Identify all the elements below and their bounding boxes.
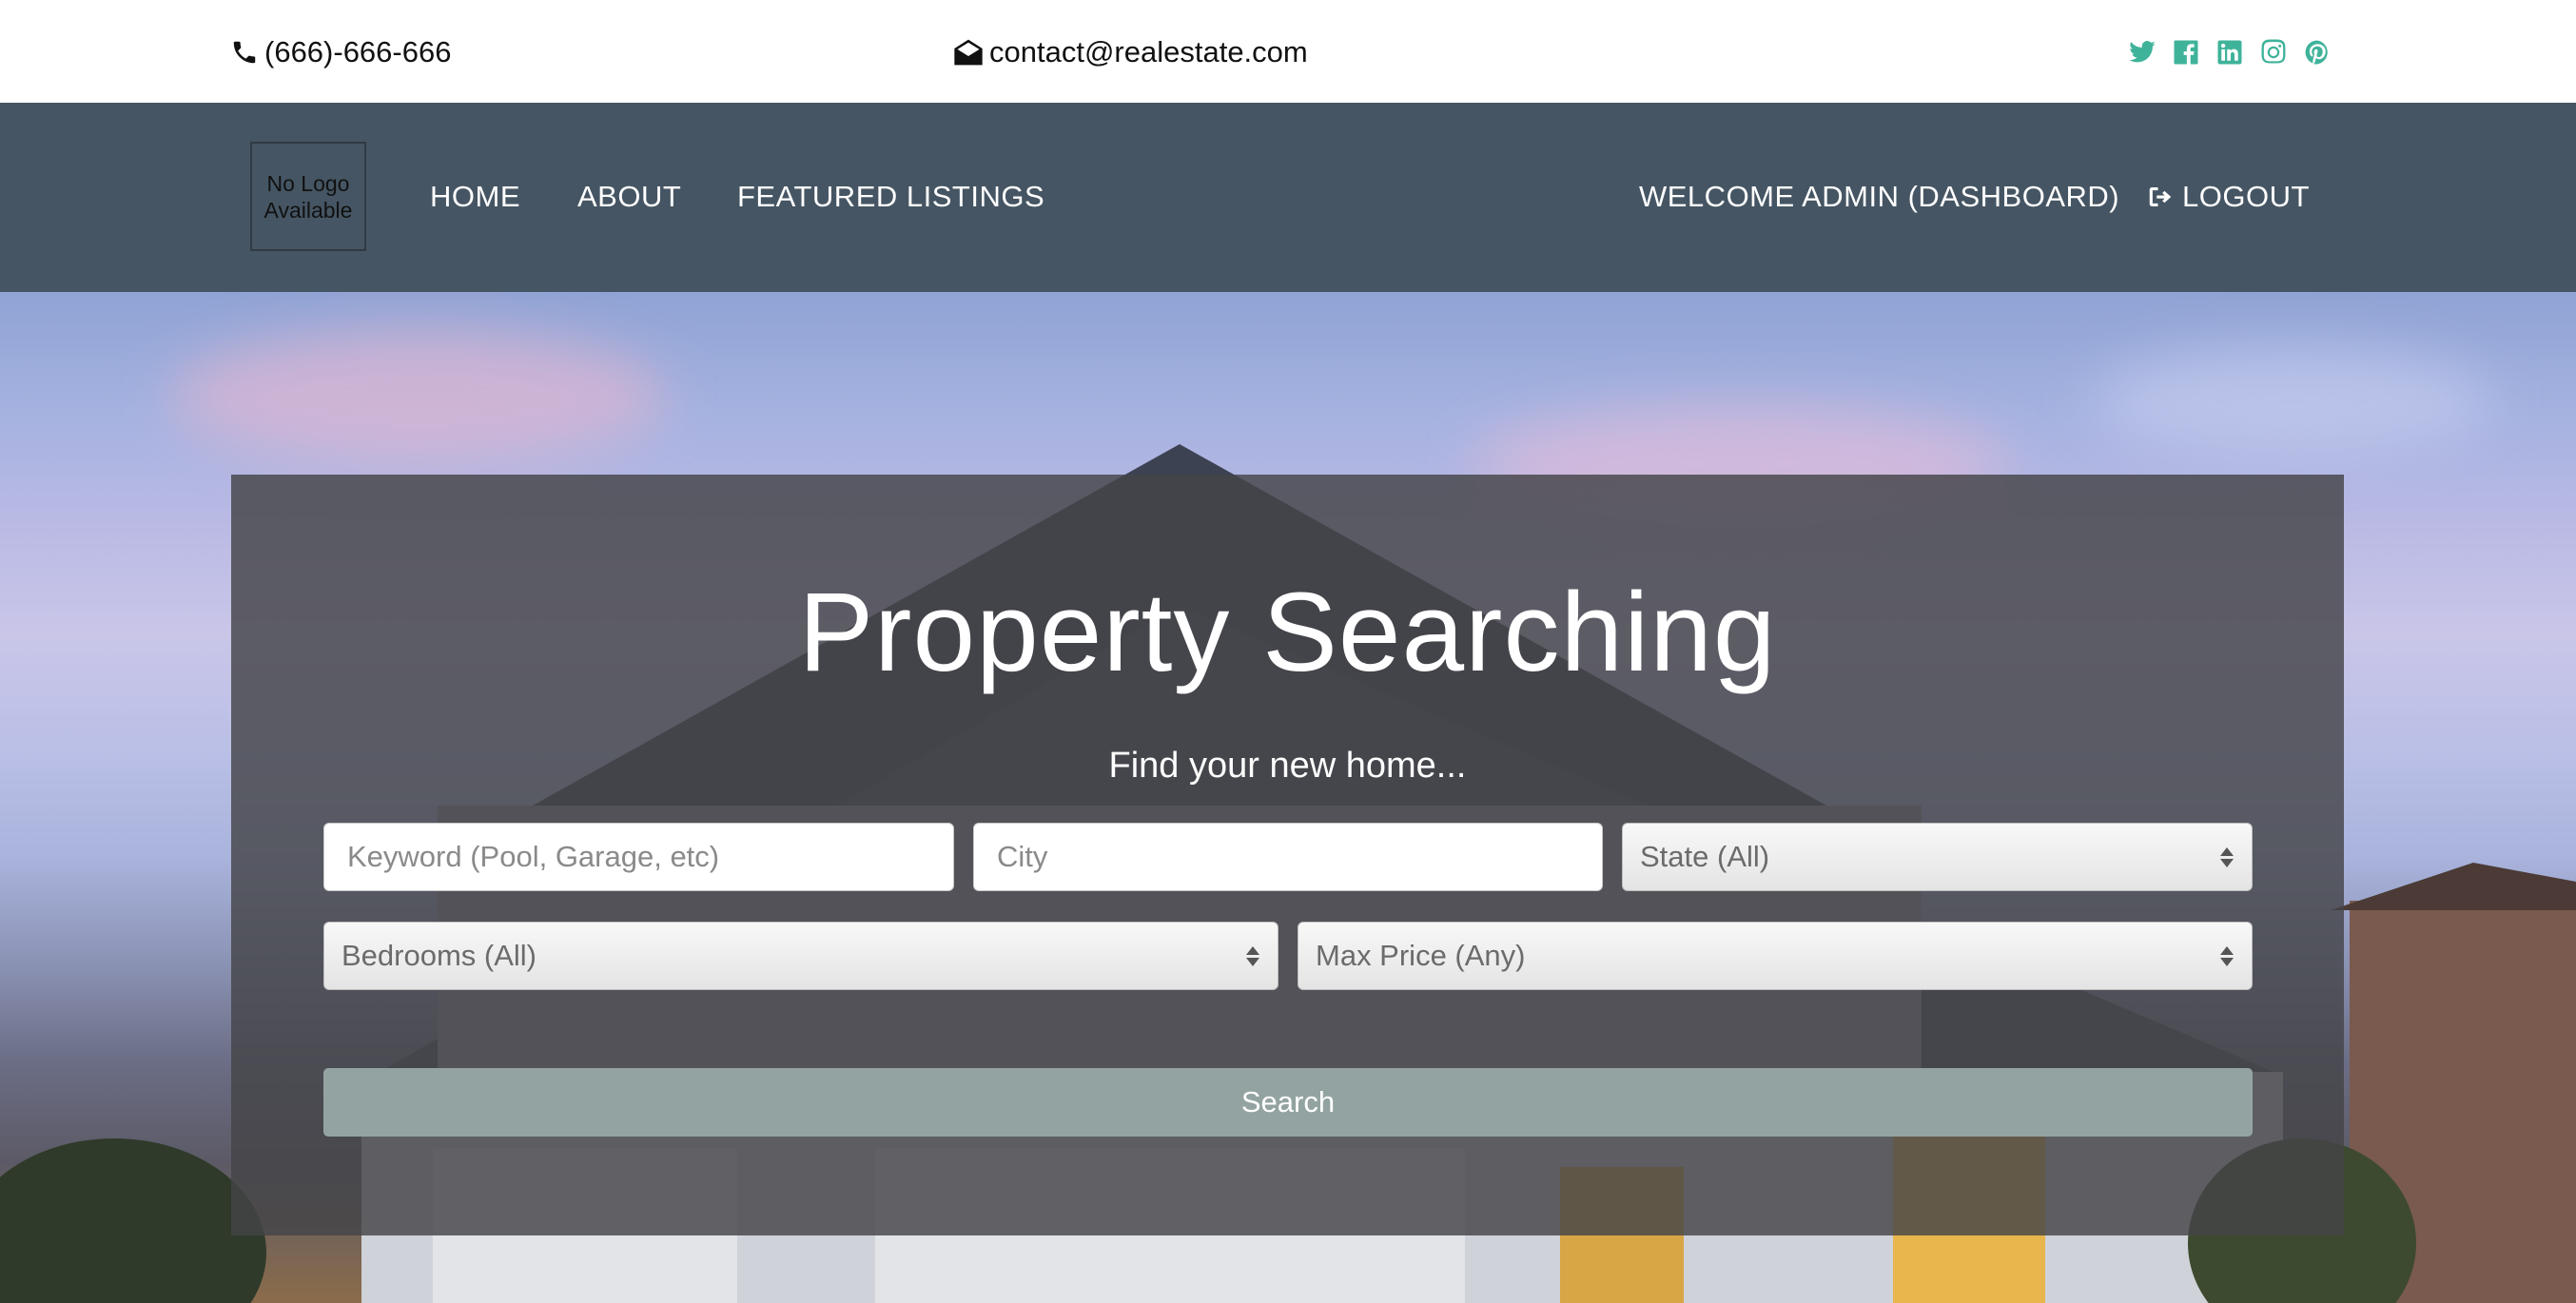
phone-icon <box>233 41 256 64</box>
email-address[interactable]: contact@realestate.com <box>989 35 1308 69</box>
facebook-icon <box>2174 40 2198 65</box>
linkedin-link[interactable] <box>2215 37 2245 68</box>
twitter-icon <box>2129 41 2156 63</box>
page-title: Property Searching <box>798 570 1777 695</box>
state-select[interactable]: State (All) <box>1622 823 2253 891</box>
nav-featured-listings[interactable]: FEATURED LISTINGS <box>737 177 1044 217</box>
nav-dashboard[interactable]: WELCOME ADMIN (DASHBOARD) <box>1639 177 2119 217</box>
city-input[interactable] <box>973 823 1603 891</box>
nav-featured-label: FEATURED LISTINGS <box>737 180 1045 213</box>
logo-text: No Logo Available <box>263 170 353 223</box>
phone-number: (666)-666-666 <box>264 35 452 68</box>
keyword-input[interactable] <box>323 823 954 891</box>
page-subtitle: Find your new home... <box>1108 746 1467 786</box>
contact-phone: (666)-666-666 <box>230 32 451 72</box>
pinterest-icon <box>2305 40 2328 65</box>
instagram-icon <box>2261 39 2286 64</box>
nav-logout-label: LOGOUT <box>2182 180 2310 213</box>
max-price-select-value: Max Price (Any) <box>1316 939 1526 972</box>
sign-out-icon <box>2149 187 2172 206</box>
select-arrows-icon <box>2219 945 2234 966</box>
select-arrows-icon <box>2219 846 2234 867</box>
pinterest-link[interactable] <box>2302 37 2332 68</box>
max-price-select[interactable]: Max Price (Any) <box>1298 922 2253 990</box>
select-arrows-icon <box>1245 945 1260 966</box>
nav-home[interactable]: HOME <box>430 177 520 217</box>
state-select-value: State (All) <box>1640 840 1770 873</box>
search-button[interactable]: Search <box>323 1068 2253 1137</box>
social-links <box>2127 34 2332 70</box>
nav-logout[interactable]: LOGOUT <box>2146 177 2310 217</box>
bedrooms-select-value: Bedrooms (All) <box>342 939 537 972</box>
instagram-link[interactable] <box>2258 37 2289 68</box>
site-logo-placeholder[interactable]: No Logo Available <box>250 142 366 251</box>
nav-about-label: ABOUT <box>577 180 682 213</box>
facebook-link[interactable] <box>2171 37 2201 68</box>
contact-email: contact@realestate.com <box>953 32 1308 72</box>
nav-about[interactable]: ABOUT <box>577 177 681 217</box>
twitter-link[interactable] <box>2127 37 2157 68</box>
nav-dashboard-label: WELCOME ADMIN (DASHBOARD) <box>1639 180 2120 213</box>
bedrooms-select[interactable]: Bedrooms (All) <box>323 922 1278 990</box>
linkedin-icon <box>2217 40 2242 65</box>
nav-home-label: HOME <box>430 180 520 213</box>
envelope-open-icon <box>954 39 983 66</box>
contact-bar: (666)-666-666 contact@realestate.com <box>0 0 2576 103</box>
